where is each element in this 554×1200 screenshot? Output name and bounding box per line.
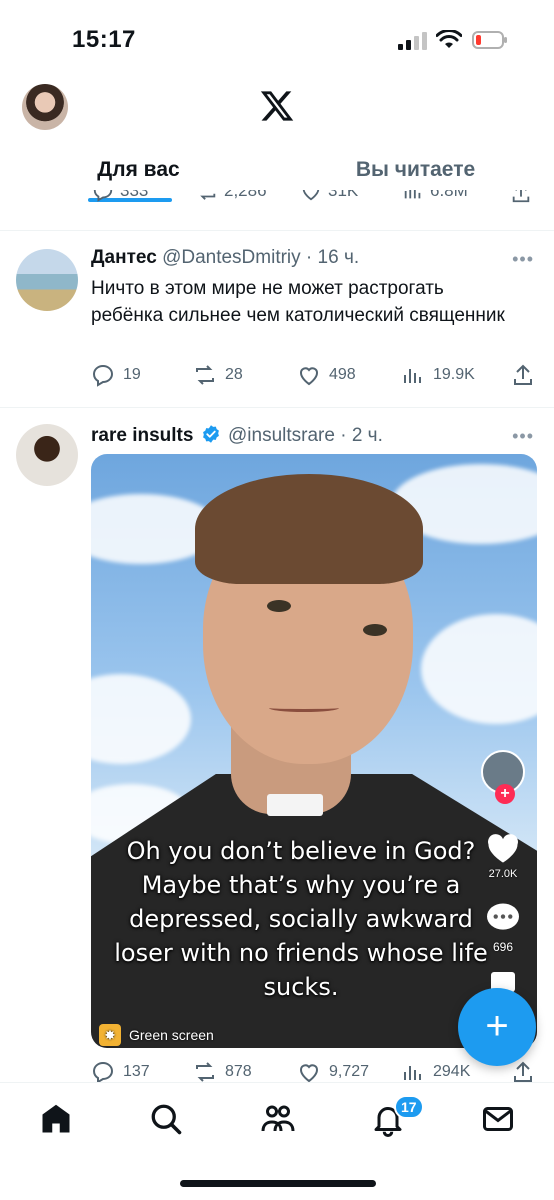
tweet-header: Дантес @DantesDmitriy · 16 ч.: [91, 247, 360, 268]
repost-icon: [196, 365, 214, 385]
eye: [363, 624, 387, 636]
like-count: 31K: [328, 190, 359, 200]
like-count: 9,727: [329, 1063, 370, 1080]
repost-count: 28: [225, 366, 243, 383]
cellular-signal-icon: [398, 32, 427, 50]
home-icon[interactable]: [38, 1101, 74, 1137]
messages-icon[interactable]: [480, 1101, 516, 1137]
mouth: [269, 704, 339, 712]
status-bar: 15:17: [0, 0, 554, 78]
author-handle[interactable]: @insultsrare: [228, 425, 335, 446]
views-count: 294K: [433, 1063, 471, 1080]
like-button[interactable]: 31K: [300, 190, 358, 202]
share-icon: [514, 1061, 532, 1082]
author-name[interactable]: Дантес: [91, 247, 157, 268]
like-count: 498: [329, 366, 356, 383]
share-button[interactable]: [511, 1060, 535, 1084]
share-button[interactable]: [511, 363, 535, 387]
video-comments: 696: [492, 940, 514, 954]
author-name[interactable]: rare insults: [91, 425, 193, 446]
views-count: 19.9K: [433, 366, 475, 383]
share-button[interactable]: [510, 190, 532, 204]
reply-icon: [92, 1061, 114, 1084]
reply-button[interactable]: 137: [91, 1060, 150, 1084]
author-handle[interactable]: @DantesDmitriy: [162, 247, 301, 268]
reply-button[interactable]: 333: [92, 190, 148, 202]
views-button[interactable]: 6.8M: [402, 190, 468, 202]
search-icon[interactable]: [148, 1101, 184, 1137]
video-caption: Oh you don’t believe in God? Maybe that’…: [114, 837, 488, 1001]
follow-plus-icon[interactable]: +: [495, 784, 515, 804]
share-icon: [512, 190, 530, 203]
repost-button[interactable]: 28: [193, 363, 243, 387]
battery-low-icon: [472, 31, 507, 49]
heart-icon: [302, 190, 320, 201]
compose-post-button[interactable]: +: [458, 988, 536, 1066]
reply-icon: [93, 190, 113, 202]
heart-icon: [300, 1064, 318, 1083]
repost-count: 2,286: [224, 190, 267, 200]
author-avatar[interactable]: [16, 424, 78, 486]
home-indicator: [180, 1180, 376, 1187]
tweet-actions: 19 28 498 19.9K: [91, 363, 541, 391]
tweet-time: 2 ч.: [351, 425, 383, 446]
share-icon: [514, 364, 532, 385]
timeline-header: Для вас Вы читаете: [0, 78, 554, 202]
previous-tweet-actions: 333 2,286 31K 6.8M: [0, 190, 554, 212]
like-button[interactable]: 9,727: [297, 1060, 369, 1084]
more-options-icon[interactable]: •••: [512, 426, 534, 447]
like-button[interactable]: 498: [297, 363, 356, 387]
tweet-text: Ничто в этом мире не может растрогать ре…: [91, 278, 505, 326]
views-button[interactable]: 294K: [401, 1060, 470, 1084]
notifications-badge: 17: [394, 1095, 424, 1119]
views-icon: [404, 1066, 421, 1080]
tweet[interactable]: Дантес @DantesDmitriy · 16 ч. ••• Ничто …: [0, 231, 554, 407]
status-time: 15:17: [72, 26, 136, 53]
repost-button[interactable]: 2,286: [196, 190, 267, 202]
green-screen-label: ✸ Green screen: [99, 1024, 214, 1046]
reply-count: 137: [123, 1063, 150, 1080]
heart-icon: [300, 367, 318, 386]
wifi-icon: [436, 30, 462, 48]
tweet-time: 16 ч.: [317, 247, 360, 268]
views-icon: [404, 190, 421, 199]
verified-badge-icon: [202, 425, 219, 443]
heart-icon[interactable]: [485, 832, 521, 864]
more-options-icon[interactable]: •••: [512, 249, 534, 270]
views-button[interactable]: 19.9K: [401, 363, 475, 387]
comment-bubble-icon[interactable]: [485, 902, 521, 934]
eye: [267, 600, 291, 612]
author-avatar[interactable]: [16, 249, 78, 311]
tweet[interactable]: rare insults @insultsrare · 2 ч. ••• Oh …: [0, 408, 554, 1088]
reply-button[interactable]: 19: [91, 363, 141, 387]
repost-icon: [200, 193, 216, 200]
reply-count: 19: [123, 366, 141, 383]
x-logo-icon[interactable]: [257, 88, 297, 124]
repost-button[interactable]: 878: [193, 1060, 252, 1084]
repost-count: 878: [225, 1063, 252, 1080]
tweet-header: rare insults @insultsrare · 2 ч.: [91, 425, 383, 446]
video-likes: 27.0K: [488, 868, 518, 880]
reply-count: 333: [120, 190, 149, 200]
effect-label: Green screen: [129, 1027, 214, 1043]
views-icon: [404, 369, 421, 383]
sparkle-icon: ✸: [99, 1024, 121, 1046]
profile-avatar-button[interactable]: [22, 84, 68, 130]
tweet-video[interactable]: Oh you don’t believe in God? Maybe that’…: [91, 454, 537, 1048]
views-count: 6.8M: [430, 190, 468, 200]
repost-icon: [196, 1062, 214, 1082]
reply-icon: [92, 364, 114, 387]
clerical-collar: [267, 794, 323, 816]
communities-icon[interactable]: [260, 1101, 296, 1137]
hair: [195, 474, 423, 584]
